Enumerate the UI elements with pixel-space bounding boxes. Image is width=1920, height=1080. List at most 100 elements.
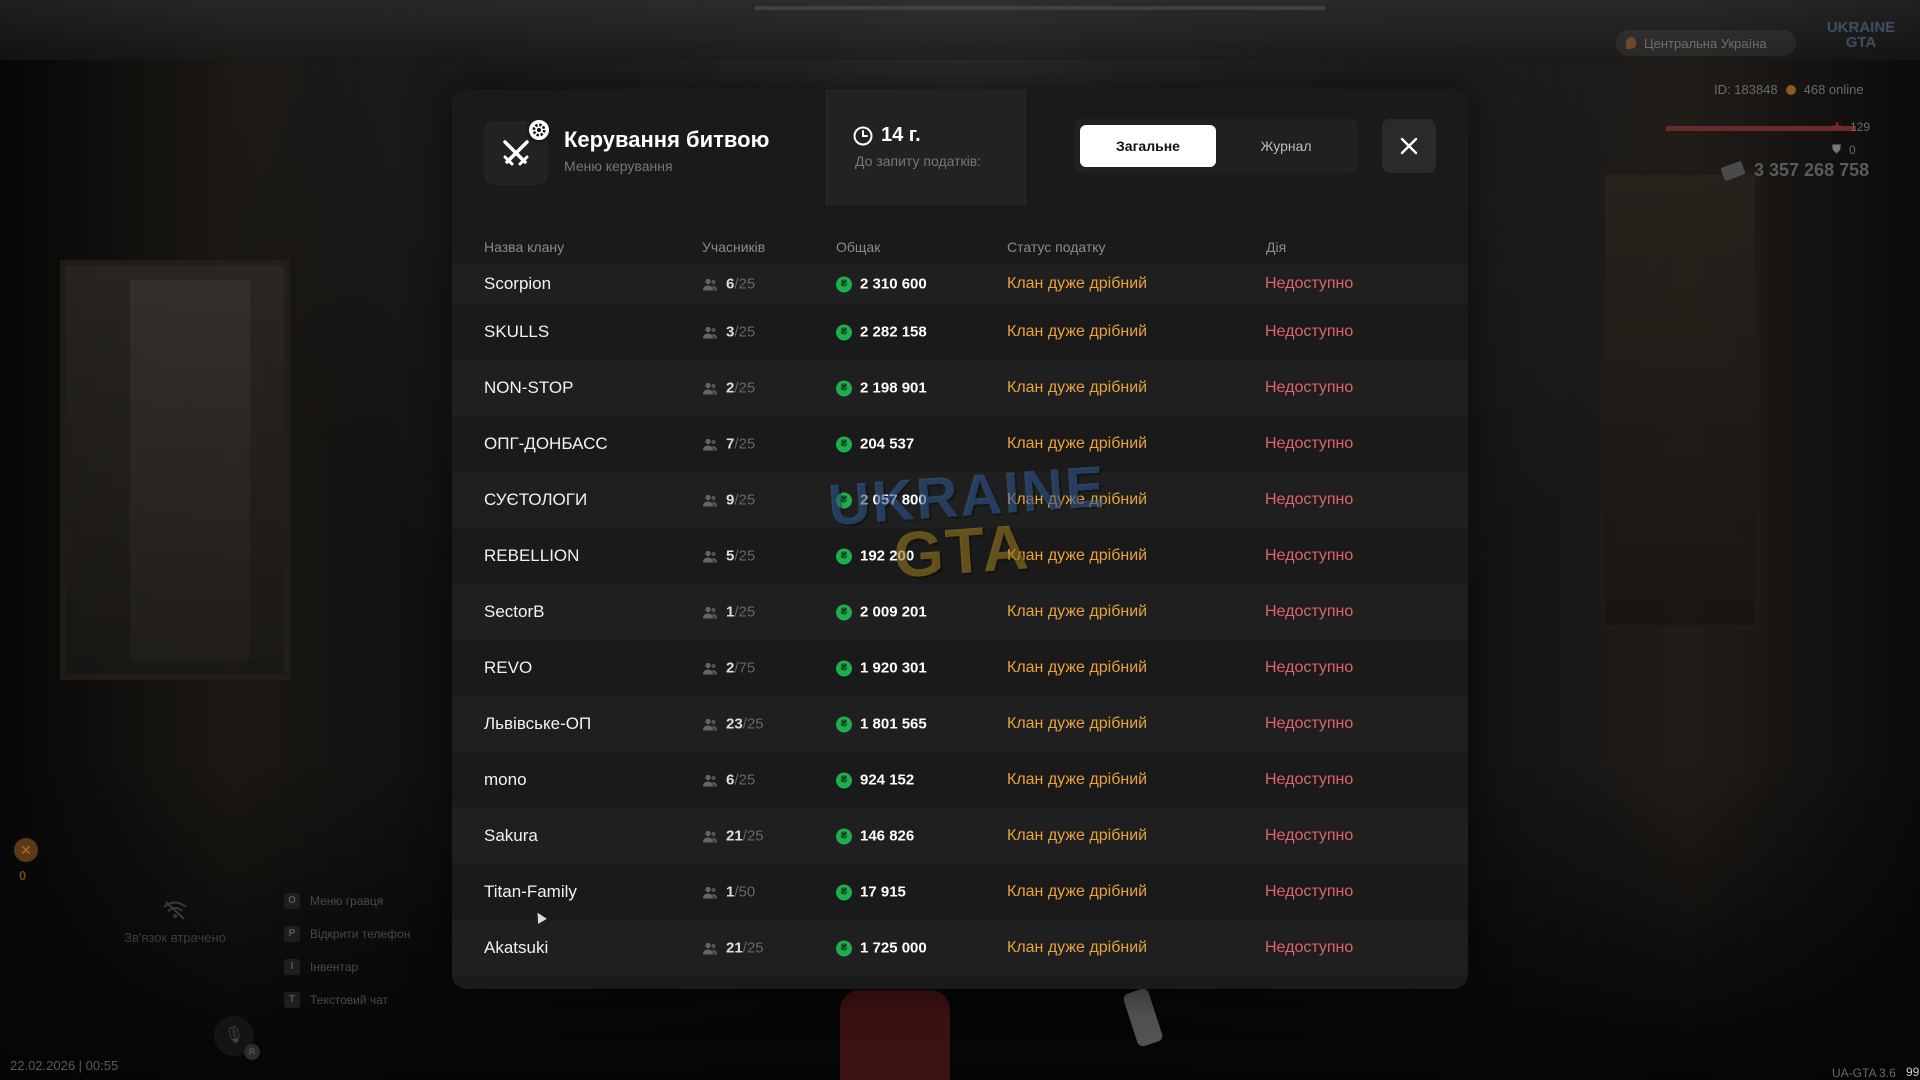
clan-name: Sakura xyxy=(484,826,538,845)
keybind-label: Текстовий чат xyxy=(310,992,389,1007)
coin-icon: ₴ xyxy=(836,548,852,564)
clan-row[interactable]: REBELLION 5/25 ₴ 192 200 Клан дуже дрібний Не… xyxy=(452,528,1468,584)
mic-key-badge: R xyxy=(244,1044,260,1060)
clan-action-button[interactable]: Недоступно xyxy=(1265,379,1353,397)
coin-icon: ₴ xyxy=(836,380,852,396)
clan-members: 1/50 xyxy=(702,884,755,901)
signal-lost-text: Зв'язок втрачено xyxy=(124,930,226,945)
clan-action-button[interactable]: Недоступно xyxy=(1265,659,1353,677)
clan-row[interactable]: Scorpion 6/25 ₴ 2 310 600 Клан дуже дрібний Н… xyxy=(452,264,1468,304)
crossed-swords-icon xyxy=(503,140,529,166)
coin-icon: ₴ xyxy=(836,828,852,844)
coin-icon: ₴ xyxy=(836,604,852,620)
clan-fund: ₴ 2 282 158 xyxy=(836,324,927,341)
cross-icon: ✚ xyxy=(1832,120,1843,134)
users-icon xyxy=(703,886,717,898)
members-current: 23 xyxy=(726,715,743,733)
clan-members: 3/25 xyxy=(702,324,755,341)
microphone-icon: 🎙 xyxy=(223,1027,245,1044)
users-icon xyxy=(703,382,717,394)
close-button[interactable] xyxy=(1382,119,1436,173)
clan-action-button[interactable]: Недоступно xyxy=(1265,939,1353,957)
region-indicator: Центральна Україна xyxy=(1616,30,1796,56)
tax-status: Клан дуже дрібний xyxy=(1007,659,1148,676)
users-icon xyxy=(703,606,717,618)
clan-name: mono xyxy=(484,770,527,789)
curtain-left xyxy=(130,280,250,660)
clan-fund: ₴ 2 310 600 xyxy=(836,276,927,293)
users-icon xyxy=(703,718,717,730)
clock-icon xyxy=(853,126,873,145)
clan-action-button[interactable]: Недоступно xyxy=(1265,547,1353,565)
tax-status: Клан дуже дрібний xyxy=(1007,827,1148,844)
player-id-display: ID: 183848 468 online xyxy=(1714,82,1864,97)
tab-general[interactable]: Загальне xyxy=(1080,125,1216,167)
tax-timer-panel: 14 г. До запиту податків: xyxy=(826,89,1026,205)
clan-name: Львівське-ОП xyxy=(484,714,592,733)
clan-action-button[interactable]: Недоступно xyxy=(1265,883,1353,901)
clan-row[interactable]: SKULLS 3/25 ₴ 2 282 158 Клан дуже дрібний Нед… xyxy=(452,304,1468,360)
health-value: 129 xyxy=(1850,120,1871,134)
clan-row[interactable]: NON-STOP 2/25 ₴ 2 198 901 Клан дуже дрібний Н… xyxy=(452,360,1468,416)
clan-row[interactable]: SectorB 1/25 ₴ 2 009 201 Клан дуже дрібний Не… xyxy=(452,584,1468,640)
clan-members: 5/25 xyxy=(702,548,755,565)
clan-row[interactable]: Titan-Family 1/50 ₴ 17 915 Клан дуже дрібний… xyxy=(452,864,1468,920)
fund-value: 192 200 xyxy=(860,547,915,565)
date-time: 22.02.2026 | 00:55 xyxy=(10,1058,119,1073)
tax-status: Клан дуже дрібний xyxy=(1007,771,1148,788)
clan-action-button[interactable]: Недоступно xyxy=(1265,323,1353,341)
clan-row[interactable]: mono 6/25 ₴ 924 152 Клан дуже дрібний Недосту… xyxy=(452,752,1468,808)
server-logo: UKRAINE GTA xyxy=(1826,20,1896,54)
clan-row[interactable]: Sakura 21/25 ₴ 146 826 Клан дуже дрібний Недо… xyxy=(452,808,1468,864)
fund-value: 1 920 301 xyxy=(860,659,927,677)
clan-action-button[interactable]: Недоступно xyxy=(1265,603,1353,621)
coin-icon: ₴ xyxy=(836,324,852,340)
clan-row[interactable]: СУЄТОЛОГИ 9/25 ₴ 2 057 800 Клан дуже дрібний… xyxy=(452,472,1468,528)
clan-members: 1/25 xyxy=(702,604,755,621)
clan-row[interactable]: Львівське-ОП 23/25 ₴ 1 801 565 Клан дуже дрі… xyxy=(452,696,1468,752)
users-icon xyxy=(703,278,717,290)
users-icon xyxy=(703,662,717,674)
clan-action-button[interactable]: Недоступно xyxy=(1265,827,1353,845)
keybind-player-menu: O Меню гравця xyxy=(284,884,410,917)
keybind-inventory: I Інвентар xyxy=(284,950,410,983)
tab-switcher: Загальне Журнал xyxy=(1074,119,1358,173)
fund-value: 204 537 xyxy=(860,435,915,453)
clan-action-button[interactable]: Недоступно xyxy=(1265,771,1353,789)
clan-name: REBELLION xyxy=(484,546,580,565)
money-display: 3 357 268 758 xyxy=(1720,160,1869,181)
fps-counter: 99 xyxy=(1906,1065,1920,1079)
fund-value: 924 152 xyxy=(860,771,915,789)
members-current: 21 xyxy=(726,827,743,845)
clan-fund: ₴ 146 826 xyxy=(836,828,914,845)
tax-status: Клан дуже дрібний xyxy=(1007,379,1148,396)
members-max: /25 xyxy=(734,435,756,453)
tab-journal[interactable]: Журнал xyxy=(1220,125,1352,167)
clan-name: NON-STOP xyxy=(484,378,574,397)
clan-name: ОПГ-ДОНБАСС xyxy=(484,434,608,453)
location-pin-icon xyxy=(1626,37,1636,49)
clan-row[interactable]: REVO 2/75 ₴ 1 920 301 Клан дуже дрібний Недос… xyxy=(452,640,1468,696)
cash-icon xyxy=(1720,160,1746,181)
clan-action-button[interactable]: Недоступно xyxy=(1265,435,1353,453)
tax-status: Клан дуже дрібний xyxy=(1007,603,1148,620)
clan-name: СУЄТОЛОГИ xyxy=(484,490,588,509)
clan-action-button[interactable]: Недоступно xyxy=(1265,491,1353,509)
shield-icon: ⛊ xyxy=(1832,142,1842,156)
clan-name: SectorB xyxy=(484,602,545,621)
tax-timer: 14 г. xyxy=(853,124,921,147)
fund-value: 2 310 600 xyxy=(860,275,927,293)
clan-fund: ₴ 2 009 201 xyxy=(836,604,927,621)
clan-row[interactable]: ОПГ-ДОНБАСС 7/25 ₴ 204 537 Клан дуже дрібний… xyxy=(452,416,1468,472)
users-icon xyxy=(703,550,717,562)
clan-name: SKULLS xyxy=(484,322,550,341)
health-display: ✚ 129 xyxy=(1832,120,1870,134)
clan-fund: ₴ 1 801 565 xyxy=(836,716,927,733)
clan-action-button[interactable]: Недоступно xyxy=(1265,715,1353,733)
battle-management-modal: Керування битвою Меню керування 14 г. До… xyxy=(452,89,1468,989)
clan-action-button[interactable]: Недоступно xyxy=(1265,275,1353,293)
tax-status: Клан дуже дрібний xyxy=(1007,939,1148,956)
members-max: /25 xyxy=(742,939,764,957)
clan-table-body[interactable]: Scorpion 6/25 ₴ 2 310 600 Клан дуже дрібний Н… xyxy=(452,264,1468,976)
clan-row[interactable]: Akatsuki 21/25 ₴ 1 725 000 Клан дуже дрібний… xyxy=(452,920,1468,976)
